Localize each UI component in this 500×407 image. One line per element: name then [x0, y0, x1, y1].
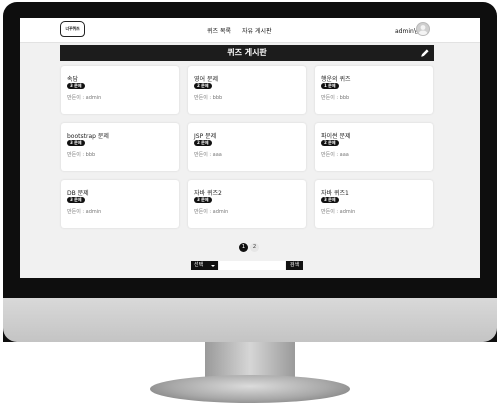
quiz-card[interactable]: 행운의 퀴즈 1 문제 만든이 : bbb: [315, 66, 433, 114]
logo-text: 너꾸퀴즈: [65, 26, 80, 31]
quiz-card-title: 영어 문제: [194, 76, 218, 83]
question-count-badge: 2 문제: [321, 140, 339, 146]
quiz-card-author: 만든이 : aaa: [321, 152, 349, 158]
caret-down-icon: [211, 265, 215, 267]
quiz-card-title: bootstrap 문제: [67, 133, 109, 140]
question-count-badge: 3 문제: [321, 197, 339, 203]
quiz-card-title: 속담: [67, 76, 79, 83]
question-count-badge: 2 문제: [194, 140, 212, 146]
site-logo[interactable]: 너꾸퀴즈: [60, 21, 85, 37]
avatar[interactable]: [416, 22, 430, 36]
quiz-card[interactable]: 영어 문제 2 문제 만든이 : bbb: [188, 66, 306, 114]
search-input[interactable]: [219, 261, 285, 270]
quiz-card-author: 만든이 : bbb: [67, 152, 96, 158]
pencil-icon[interactable]: [420, 48, 430, 58]
quiz-card-title: 자바 퀴즈2: [194, 190, 222, 197]
quiz-card-title: JSP 문제: [194, 133, 217, 140]
quiz-card-author: 만든이 : aaa: [194, 152, 222, 158]
screen: 너꾸퀴즈 퀴즈 목록 자유 게시판 admin님 퀴즈 게시판 속담 3 문제 …: [20, 18, 480, 278]
nav-link-free-board[interactable]: 자유 게시판: [242, 26, 272, 35]
quiz-card-title: 파이썬 문제: [321, 133, 351, 140]
quiz-card-title: DB 문제: [67, 190, 89, 197]
quiz-card[interactable]: 속담 3 문제 만든이 : admin: [61, 66, 179, 114]
quiz-card-title: 자바 퀴즈1: [321, 190, 349, 197]
quiz-card-author: 만든이 : bbb: [321, 95, 350, 101]
question-count-badge: 3 문제: [67, 140, 85, 146]
board-title-bar: 퀴즈 게시판: [60, 45, 434, 61]
top-navbar: 너꾸퀴즈 퀴즈 목록 자유 게시판 admin님: [20, 18, 480, 43]
quiz-card[interactable]: bootstrap 문제 3 문제 만든이 : bbb: [61, 123, 179, 171]
quiz-card-title: 행운의 퀴즈: [321, 76, 351, 83]
search-type-select[interactable]: 선택: [191, 261, 218, 270]
monitor-chin: [3, 298, 497, 342]
monitor-stand-base: [150, 375, 350, 403]
search-button[interactable]: 검색: [286, 261, 303, 270]
quiz-card-author: 만든이 : admin: [321, 209, 356, 215]
search-select-label: 선택: [194, 262, 204, 268]
question-count-badge: 1 문제: [321, 83, 339, 89]
page-button-2[interactable]: 2: [250, 243, 259, 252]
nav-link-quiz-list[interactable]: 퀴즈 목록: [207, 26, 231, 35]
quiz-card[interactable]: 자바 퀴즈1 3 문제 만든이 : admin: [315, 180, 433, 228]
page-button-1[interactable]: 1: [239, 243, 248, 252]
question-count-badge: 3 문제: [194, 197, 212, 203]
question-count-badge: 3 문제: [67, 83, 85, 89]
quiz-card-author: 만든이 : admin: [194, 209, 229, 215]
question-count-badge: 3 문제: [67, 197, 85, 203]
page-title: 퀴즈 게시판: [227, 48, 267, 57]
quiz-card-author: 만든이 : bbb: [194, 95, 223, 101]
quiz-card[interactable]: 자바 퀴즈2 3 문제 만든이 : admin: [188, 180, 306, 228]
quiz-card[interactable]: JSP 문제 2 문제 만든이 : aaa: [188, 123, 306, 171]
quiz-card[interactable]: DB 문제 3 문제 만든이 : admin: [61, 180, 179, 228]
question-count-badge: 2 문제: [194, 83, 212, 89]
quiz-card-author: 만든이 : admin: [67, 209, 102, 215]
quiz-card[interactable]: 파이썬 문제 2 문제 만든이 : aaa: [315, 123, 433, 171]
quiz-card-author: 만든이 : admin: [67, 95, 102, 101]
